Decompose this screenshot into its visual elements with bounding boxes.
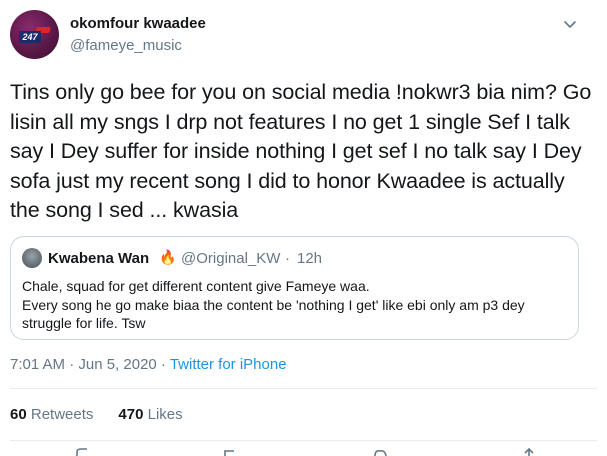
tweet-source-link[interactable]: Twitter for iPhone <box>170 356 287 373</box>
divider <box>10 388 597 389</box>
quoted-author-avatar <box>22 248 42 268</box>
author-avatar[interactable]: 247 <box>10 10 59 59</box>
likes-stat[interactable]: 470 Likes <box>118 406 182 423</box>
tweet-text: Tins only go bee for you on social media… <box>10 80 592 222</box>
chevron-down-icon[interactable] <box>562 16 578 32</box>
quoted-tweet-text: Chale, squad for get different content g… <box>22 277 572 333</box>
retweets-label: Retweets <box>30 406 94 423</box>
tweet-meta: 7:01 AM · Jun 5, 2020 · Twitter for iPho… <box>10 356 287 373</box>
divider <box>10 440 597 441</box>
quoted-text-line-2: Every song he go make biaa the content b… <box>22 296 525 332</box>
reply-icon[interactable] <box>75 448 93 456</box>
retweet-icon[interactable] <box>222 448 240 456</box>
author-handle[interactable]: @fameye_music <box>70 37 182 54</box>
tweet-header: 247 okomfour kwaadee @fameye_music <box>0 0 607 72</box>
quoted-tweet[interactable]: Kwabena Wan 🔥 @Original_KW · 12h Chale, … <box>10 236 579 340</box>
author-name[interactable]: okomfour kwaadee <box>70 15 206 32</box>
quoted-author-name: Kwabena Wan <box>48 250 150 267</box>
quoted-text-line-1: Chale, squad for get different content g… <box>22 278 370 294</box>
tweet-stats: 60 Retweets 470 Likes <box>10 406 183 423</box>
retweets-count: 60 <box>10 406 27 423</box>
likes-count: 470 <box>118 406 144 423</box>
share-icon[interactable] <box>520 448 538 456</box>
likes-label: Likes <box>147 406 183 423</box>
avatar-logo-badge: 247 <box>19 31 41 43</box>
retweets-stat[interactable]: 60 Retweets <box>10 406 93 423</box>
fire-emoji-icon: 🔥 <box>159 249 177 265</box>
quoted-time: 12h <box>297 250 323 267</box>
tweet-timestamp[interactable]: 7:01 AM · Jun 5, 2020 · <box>10 356 170 373</box>
quoted-separator: · <box>285 250 290 267</box>
like-icon[interactable] <box>372 448 390 456</box>
quoted-author-handle: @Original_KW <box>181 250 281 267</box>
